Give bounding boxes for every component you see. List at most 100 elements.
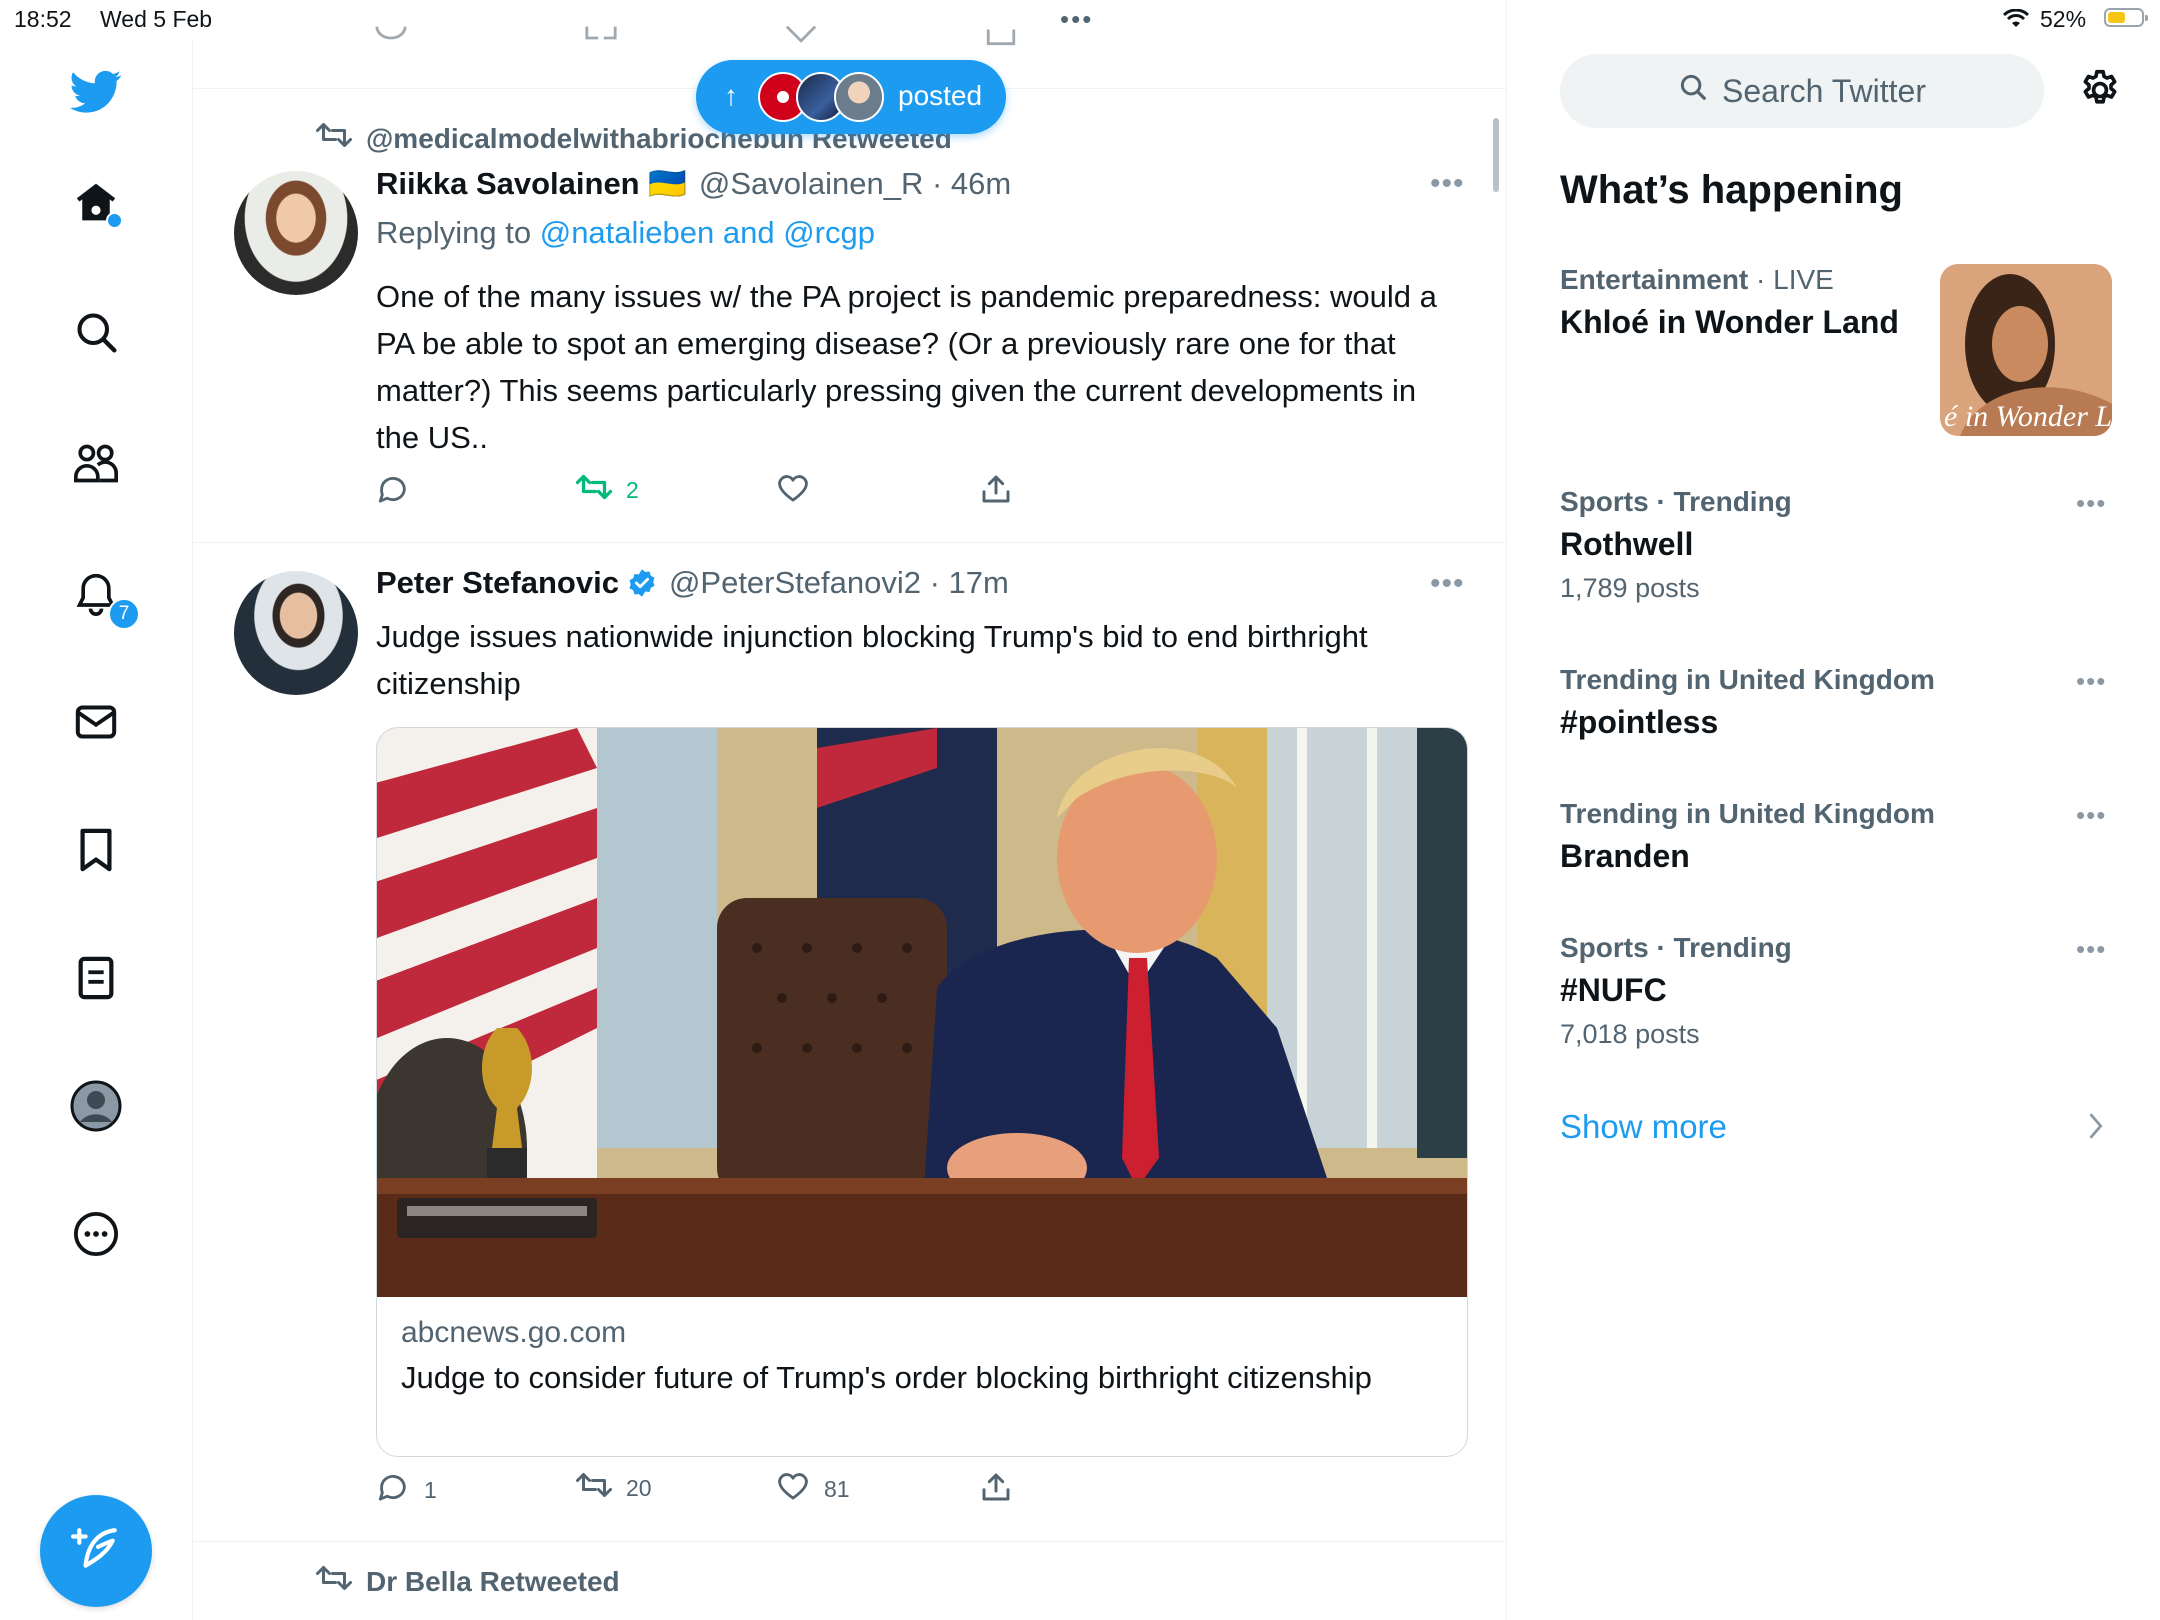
trend-post-count: 7,018 posts [1560,1019,1700,1049]
trend-category: Trending in United Kingdom [1560,798,1935,829]
nav-messages[interactable] [70,698,122,750]
trend-more-icon[interactable]: ••• [2076,488,2106,519]
home-unread-dot [106,212,123,229]
like-button[interactable]: 81 [776,1471,850,1507]
home-timeline[interactable]: ↑ posted @medicalmodelwithabriochebun Re… [192,0,1507,1620]
replying-to-users[interactable]: @natalieben and @rcgp [540,215,875,250]
share-icon [980,1471,1012,1509]
nav-lists[interactable] [70,954,122,1006]
author-handle-time[interactable]: @PeterStefanovi2 · 17m [669,565,1009,601]
trend-item[interactable]: Sports · Trending Rothwell 1,789 posts [1560,486,2120,604]
tweet-text: Judge issues nationwide injunction block… [376,619,1368,701]
author-name[interactable]: Riikka Savolainen 🇺🇦 [376,165,687,202]
trend-more-icon[interactable]: ••• [2076,800,2106,831]
battery-percent: 52% [2040,6,2087,32]
retweet-button[interactable]: 2 [575,473,639,507]
trend-category: Entertainment [1560,264,1749,295]
avatar[interactable] [234,171,358,295]
search-placeholder: Search Twitter [1722,72,1926,109]
trend-item[interactable]: Sports · Trending #NUFC 7,018 posts [1560,932,2120,1050]
reply-count: 1 [424,1476,437,1503]
tweet[interactable]: Peter Stefanovic @PeterStefanovi2 · 17m … [192,543,1506,1542]
nav-explore[interactable] [70,308,122,360]
trend-topic: #NUFC [1560,972,1667,1008]
retweet-icon [316,121,352,156]
communities-icon [71,442,121,491]
retweet-icon [576,1471,612,1505]
new-posts-pill[interactable]: ↑ posted [696,60,1006,134]
replying-to: Replying to @natalieben and @rcgp [376,215,875,251]
wifi-icon [2002,8,2030,35]
twitter-logo-icon[interactable] [70,66,122,118]
nav-bookmarks[interactable] [70,826,122,878]
trend-topic: #pointless [1560,704,1719,740]
reply-icon [376,473,410,511]
nav-more[interactable] [70,1210,122,1262]
nav-communities[interactable] [70,440,122,492]
tweet[interactable]: Dr Bella Retweeted [192,1542,1506,1620]
left-nav-rail: 7 [0,40,193,1620]
replying-to-prefix: Replying to [376,215,540,250]
search-box[interactable]: Search Twitter [1560,54,2044,128]
settings-gear-icon[interactable] [2078,68,2122,117]
chevron-right-icon[interactable] [2088,1112,2104,1145]
share-button[interactable] [980,1471,1012,1509]
like-icon[interactable] [784,25,818,50]
reply-icon[interactable] [374,26,408,50]
trend-topic: Branden [1560,838,1690,874]
tweet-more-icon[interactable]: ••• [1430,167,1465,201]
avatar[interactable] [234,571,358,695]
verified-badge-icon [627,568,657,598]
trend-category: Trending in United Kingdom [1560,664,1935,695]
profile-icon [70,1080,122,1137]
search-icon [74,310,118,359]
like-button[interactable] [776,473,824,509]
heart-icon [776,473,810,509]
reply-button[interactable]: 1 [376,1471,437,1509]
battery-icon [2104,8,2148,27]
like-count: 81 [824,1475,850,1502]
nav-profile[interactable] [70,1080,122,1137]
author-name[interactable]: Peter Stefanovic [376,565,619,601]
tweet-more-icon[interactable]: ••• [1430,567,1465,601]
retweet-context: Dr Bella Retweeted [316,1564,620,1599]
reply-button[interactable] [376,473,424,511]
trend-live-tag: · LIVE [1748,264,1834,295]
trend-more-icon[interactable]: ••• [2076,934,2106,965]
tweet-actions: 1 20 81 [376,1471,1376,1511]
link-card-domain: abcnews.go.com [401,1316,627,1349]
heart-icon [776,1471,810,1507]
tweet-author-row: Peter Stefanovic @PeterStefanovi2 · 17m [376,565,1009,601]
show-more-link[interactable]: Show more [1560,1108,1727,1146]
trend-thumbnail[interactable]: é in Wonder L [1940,264,2112,436]
retweet-icon[interactable] [584,26,618,50]
whats-happening-title: What’s happening [1560,168,1903,212]
trend-item[interactable]: Trending in United Kingdom #pointless [1560,664,2120,741]
tweet[interactable]: @medicalmodelwithabriochebun Retweeted R… [192,89,1506,543]
trend-item[interactable]: Trending in United Kingdom Branden [1560,798,2120,875]
trend-category: Sports · Trending [1560,932,1792,963]
tweet-text: One of the many issues w/ the PA project… [376,279,1437,455]
status-time: 18:52 [14,6,72,32]
reply-icon [376,1471,410,1509]
trend-more-icon[interactable]: ••• [2076,666,2106,697]
lists-icon [76,955,116,1006]
tweet-actions: 2 [376,473,1376,513]
retweeted-by-label[interactable]: Dr Bella Retweeted [366,1566,620,1598]
bookmarks-icon [76,827,116,878]
trend-thumbnail-caption: é in Wonder L [1944,400,2112,433]
messages-icon [74,702,118,747]
compose-tweet-button[interactable] [40,1495,152,1607]
link-card[interactable]: abcnews.go.com Judge to consider future … [376,727,1468,1457]
author-handle-time[interactable]: @Savolainen_R · 46m [699,166,1011,202]
new-post-avatar [834,72,884,122]
retweet-count: 20 [626,1474,652,1501]
new-posts-label: posted [898,80,983,111]
trend-category: Sports · Trending [1560,486,1792,517]
more-circle-icon [73,1211,119,1262]
share-icon[interactable] [984,26,1018,50]
retweet-count: 2 [626,476,639,503]
retweet-button[interactable]: 20 [576,1471,652,1505]
retweet-icon [316,1564,352,1599]
share-button[interactable] [980,473,1012,511]
